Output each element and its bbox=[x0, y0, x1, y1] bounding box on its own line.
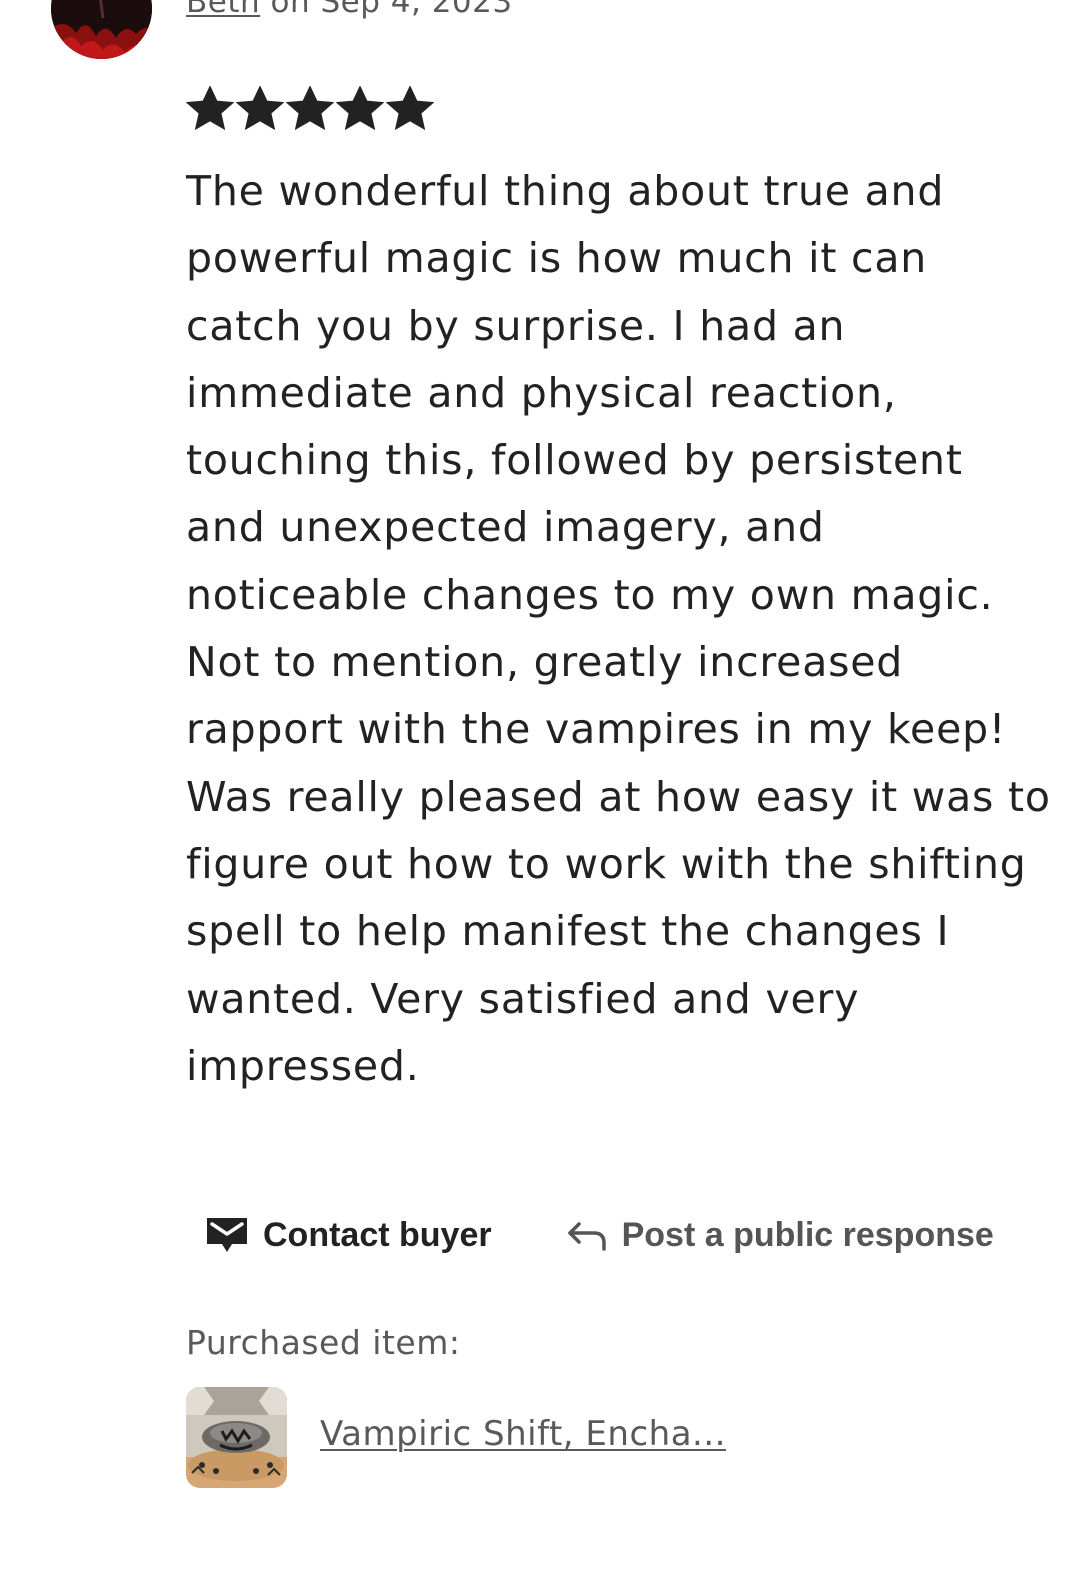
purchased-item-label: Purchased item: bbox=[186, 1323, 461, 1362]
star-rating bbox=[186, 86, 434, 134]
contact-buyer-button[interactable]: Contact buyer bbox=[205, 1215, 492, 1255]
purchased-item-link[interactable]: Vampiric Shift, Encha... bbox=[320, 1414, 726, 1454]
reviewer-avatar[interactable] bbox=[51, 0, 152, 59]
review-text: The wonderful thing about true and power… bbox=[186, 167, 1051, 1090]
review-date: on Sep 4, 2023 bbox=[260, 0, 513, 20]
avatar-image bbox=[51, 0, 152, 59]
post-public-response-label: Post a public response bbox=[621, 1215, 994, 1254]
post-public-response-button[interactable]: Post a public response bbox=[566, 1216, 994, 1255]
envelope-icon bbox=[207, 1218, 247, 1252]
item-photo bbox=[186, 1387, 287, 1488]
star-filled-icon bbox=[186, 86, 234, 131]
star-filled-icon bbox=[336, 86, 384, 131]
purchased-item-thumbnail[interactable] bbox=[186, 1387, 287, 1488]
review-byline: Beth on Sep 4, 2023 bbox=[186, 0, 513, 20]
star-filled-icon bbox=[236, 86, 284, 131]
star-filled-icon bbox=[286, 86, 334, 131]
reviewer-name-link[interactable]: Beth bbox=[186, 0, 260, 20]
star-filled-icon bbox=[386, 86, 434, 131]
review-actions: Contact buyer Post a public response bbox=[205, 1210, 994, 1260]
reply-arrow-icon bbox=[567, 1222, 606, 1251]
contact-buyer-label: Contact buyer bbox=[263, 1215, 492, 1254]
